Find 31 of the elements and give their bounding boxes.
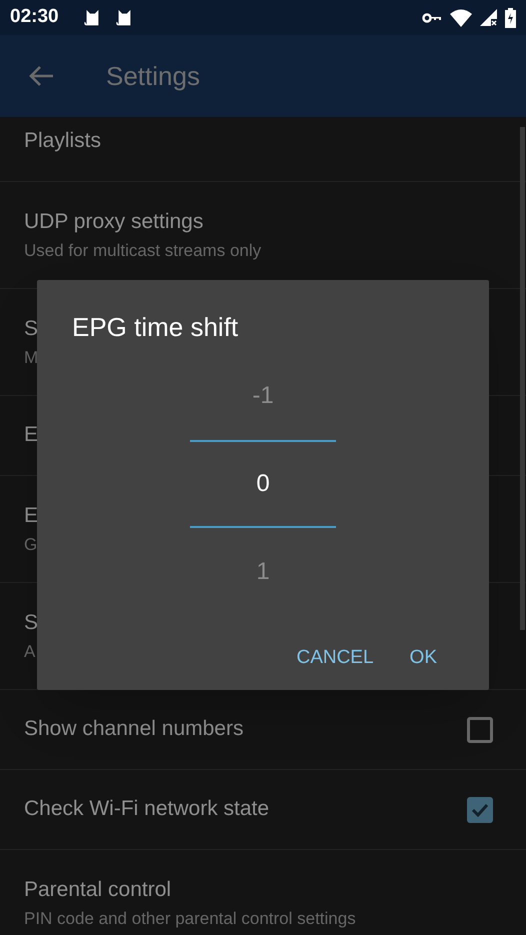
picker-value[interactable]: 0	[256, 466, 270, 502]
setting-subtitle: PIN code and other parental control settings	[24, 908, 356, 929]
check-icon	[471, 802, 489, 816]
wifi-icon	[450, 8, 472, 26]
setting-title: Playlists	[24, 128, 102, 154]
picker-value[interactable]: -1	[252, 378, 274, 414]
dialog-button[interactable]: CANCEL	[284, 636, 386, 680]
setting-title: Check Wi-Fi network state	[24, 796, 270, 822]
setting-title: E	[24, 422, 38, 448]
setting-title: E	[24, 503, 38, 530]
battery-charging-icon	[505, 8, 516, 28]
signal-icon	[480, 9, 497, 26]
dialog-title: EPG time shift	[72, 311, 240, 344]
dialog-button[interactable]: OK	[398, 636, 449, 680]
checkbox[interactable]	[467, 796, 493, 822]
setting-title: Parental control	[24, 877, 172, 904]
status-time: 02:30	[10, 5, 59, 30]
cat-icon	[114, 9, 133, 26]
picker-value[interactable]: 1	[256, 554, 270, 590]
checkbox[interactable]	[467, 716, 493, 742]
setting-title: Show channel numbers	[24, 716, 244, 742]
setting-title: S	[24, 610, 38, 636]
setting-subtitle: Used for multicast streams only	[24, 240, 262, 261]
setting-subtitle: A	[24, 640, 36, 662]
screen-title: Settings	[106, 60, 200, 92]
setting-title: UDP proxy settings	[24, 209, 204, 236]
setting-subtitle: M	[24, 346, 38, 368]
setting-title: S	[24, 316, 38, 342]
key-icon	[422, 12, 442, 22]
cat-icon	[82, 9, 101, 26]
setting-subtitle: G	[24, 534, 38, 555]
